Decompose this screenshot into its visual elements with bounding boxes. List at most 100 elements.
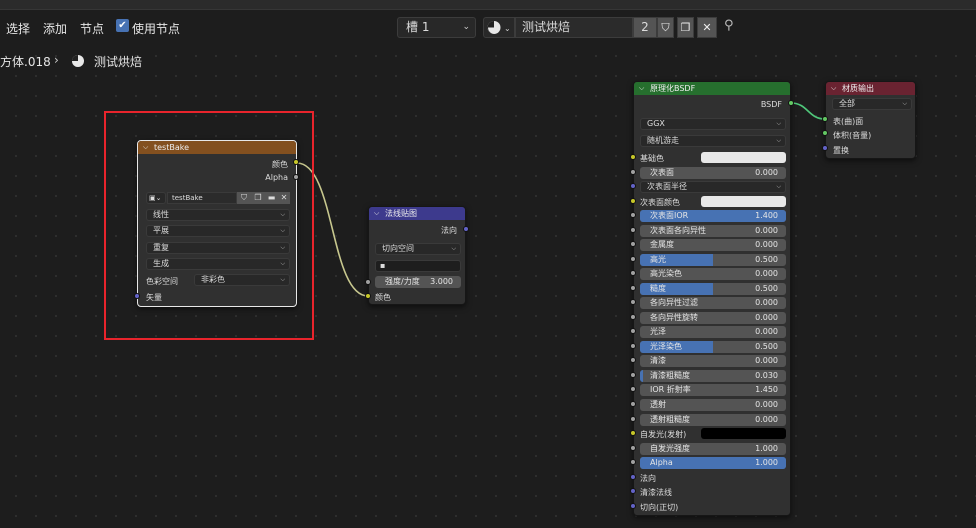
bsdf-input-socket[interactable] xyxy=(630,197,636,204)
bsdf-value-field[interactable]: 糙度 0.500 xyxy=(640,282,786,295)
bsdf-value-field[interactable]: Alpha 1.000 xyxy=(640,457,786,470)
bsdf-field-label: 金属度 xyxy=(650,240,674,250)
surface-input-socket[interactable] xyxy=(822,116,828,122)
subsurface-radius-field[interactable]: 次表面半径 ⌵ xyxy=(640,181,786,194)
output-node-header[interactable]: ⌵ 材质输出 xyxy=(826,82,915,95)
menu-add[interactable]: 添加 xyxy=(43,20,67,37)
bsdf-field-label: 透射粗糙度 xyxy=(650,414,690,424)
chevron-down-icon: ⌵ xyxy=(776,137,781,144)
chevron-down-icon: ⌵ xyxy=(451,245,456,252)
output-normal-label: 法向 xyxy=(441,226,457,235)
collapse-icon[interactable]: ⌵ xyxy=(831,82,836,95)
bsdf-input-socket[interactable] xyxy=(630,401,636,407)
bsdf-value-field[interactable]: 透射 0.000 xyxy=(640,399,786,411)
subsurface-method-dropdown[interactable]: 随机游走 ⌵ xyxy=(640,135,786,147)
collapse-icon[interactable]: ⌵ xyxy=(374,207,379,220)
bsdf-node-header[interactable]: ⌵ 原理化BSDF xyxy=(634,82,790,95)
target-dropdown[interactable]: 全部 ⌵ xyxy=(832,98,912,110)
bsdf-input-socket[interactable] xyxy=(630,313,636,320)
space-dropdown[interactable]: 切向空间 ⌵ xyxy=(375,243,461,255)
normal-node-header[interactable]: ⌵ 法线贴图 xyxy=(369,207,465,220)
bsdf-field-value: 1.400 xyxy=(755,211,778,221)
bsdf-field-label: 糙度 xyxy=(650,283,666,293)
bsdf-field-label: 清漆粗糙度 xyxy=(650,370,690,380)
menu-node[interactable]: 节点 xyxy=(80,20,104,37)
strength-field[interactable]: 强度/力度 3.000 xyxy=(375,276,461,288)
collapse-icon[interactable]: ⌵ xyxy=(639,82,644,95)
bsdf-value-field[interactable]: 次表面各向异性 0.000 xyxy=(640,224,786,237)
distribution-dropdown[interactable]: GGX ⌵ xyxy=(640,118,786,130)
bsdf-value-field[interactable]: 高光染色 0.000 xyxy=(640,268,786,281)
slot-selector[interactable]: 槽 1 ⌄ xyxy=(397,17,476,38)
bsdf-input-socket[interactable] xyxy=(630,284,636,291)
normal-output-socket[interactable] xyxy=(463,226,469,232)
breadcrumb-object: 方体.018 xyxy=(0,55,51,69)
bsdf-input-socket[interactable] xyxy=(630,154,636,160)
bsdf-field-value: 0.500 xyxy=(755,341,778,351)
bsdf-field-value: 1.000 xyxy=(755,458,778,468)
browse-material-button[interactable]: ⌄ xyxy=(483,17,515,38)
bsdf-value-field[interactable]: 高光 0.500 xyxy=(640,253,786,266)
bsdf-field-label: 光泽 xyxy=(650,327,666,337)
bsdf-input-socket[interactable] xyxy=(630,226,636,233)
use-nodes-checkbox[interactable]: ✔ xyxy=(116,19,129,32)
strength-label: 强度/力度 xyxy=(385,277,420,286)
bsdf-color-label: 自发光(发射) xyxy=(640,430,687,440)
bsdf-value-field[interactable]: 透射粗糙度 0.000 xyxy=(640,413,786,426)
user-count[interactable]: 2 xyxy=(633,17,657,38)
bsdf-value-field[interactable]: IOR 折射率 1.450 xyxy=(640,384,786,397)
bsdf-value-field[interactable]: 光泽染色 0.500 xyxy=(640,340,786,353)
bsdf-value-field[interactable]: 光泽 0.000 xyxy=(640,326,786,339)
volume-input-socket[interactable] xyxy=(822,130,828,136)
normal-color-input-socket[interactable] xyxy=(365,293,371,299)
color-swatch[interactable] xyxy=(701,152,786,163)
bsdf-field-label: 次表面IOR xyxy=(650,211,689,221)
bsdf-value-field[interactable]: 次表面 0.000 xyxy=(640,166,786,179)
bsdf-value-field[interactable]: 各向异性旋转 0.000 xyxy=(640,311,786,324)
bsdf-value-field[interactable]: 次表面IOR 1.400 xyxy=(640,210,786,223)
bsdf-input-socket[interactable] xyxy=(630,473,636,480)
top-strip xyxy=(0,0,976,10)
fake-user-shield-icon[interactable]: ⛉ xyxy=(657,17,674,38)
bsdf-input-socket[interactable] xyxy=(630,502,636,509)
bsdf-field-value: 0.000 xyxy=(755,400,778,409)
bsdf-vector-label: 清漆法线 xyxy=(640,488,672,498)
bsdf-input-socket[interactable] xyxy=(630,444,636,451)
bsdf-field-value: 0.000 xyxy=(755,225,778,235)
bsdf-value-field[interactable]: 各向异性过滤 0.000 xyxy=(640,297,786,310)
close-icon[interactable]: ✕ xyxy=(697,17,717,38)
bsdf-input-socket[interactable] xyxy=(630,371,636,378)
bsdf-value-field[interactable]: 自发光强度 1.000 xyxy=(640,442,786,455)
material-name-field[interactable]: 测试烘焙 xyxy=(515,17,633,38)
material-output-node[interactable]: ⌵ 材质输出 全部 ⌵ 表(曲)面 体积(音量) 置换 xyxy=(825,81,916,159)
pin-icon[interactable]: ⚲ xyxy=(724,18,734,33)
bsdf-input-socket[interactable] xyxy=(630,168,636,175)
bsdf-value-field[interactable]: 清漆 0.000 xyxy=(640,355,786,368)
bsdf-output-socket[interactable] xyxy=(788,100,794,106)
bsdf-input-socket[interactable] xyxy=(630,415,636,422)
space-value: 切向空间 xyxy=(382,244,414,253)
normal-strength-input-socket[interactable] xyxy=(365,279,371,285)
principled-bsdf-node[interactable]: ⌵ 原理化BSDF BSDF GGX ⌵ 随机游走 ⌵ 基础色 次表面 0.000 次表面半… xyxy=(633,81,791,516)
bsdf-input-socket[interactable] xyxy=(630,255,636,262)
normal-map-node[interactable]: ⌵ 法线贴图 法向 切向空间 ⌵ ▪ 强度/力度 3.000 颜色 xyxy=(368,206,466,305)
color-swatch[interactable] xyxy=(701,195,786,207)
slot-label: 槽 1 xyxy=(406,20,430,34)
uvmap-field[interactable]: ▪ xyxy=(375,260,461,272)
distribution-value: GGX xyxy=(647,119,665,128)
duplicate-icon[interactable]: ❐ xyxy=(677,17,694,38)
bsdf-input-socket[interactable] xyxy=(630,183,636,190)
bsdf-field-label: 次表面 xyxy=(650,167,674,177)
bsdf-field-label: 高光染色 xyxy=(650,269,682,279)
input-surface-label: 表(曲)面 xyxy=(833,117,864,126)
bsdf-value-field[interactable]: 清漆粗糙度 0.030 xyxy=(640,369,786,382)
bsdf-value-field[interactable]: 金属度 0.000 xyxy=(640,239,786,252)
output-node-title: 材质输出 xyxy=(842,84,874,93)
displacement-input-socket[interactable] xyxy=(822,145,828,151)
menu-select[interactable]: 选择 xyxy=(6,20,30,37)
bsdf-color-label: 基础色 xyxy=(640,154,664,163)
bsdf-vector-label: 切向(正切) xyxy=(640,502,679,512)
color-swatch[interactable] xyxy=(701,428,786,440)
svg-text:⌄: ⌄ xyxy=(504,24,511,33)
bsdf-input-socket[interactable] xyxy=(630,342,636,349)
